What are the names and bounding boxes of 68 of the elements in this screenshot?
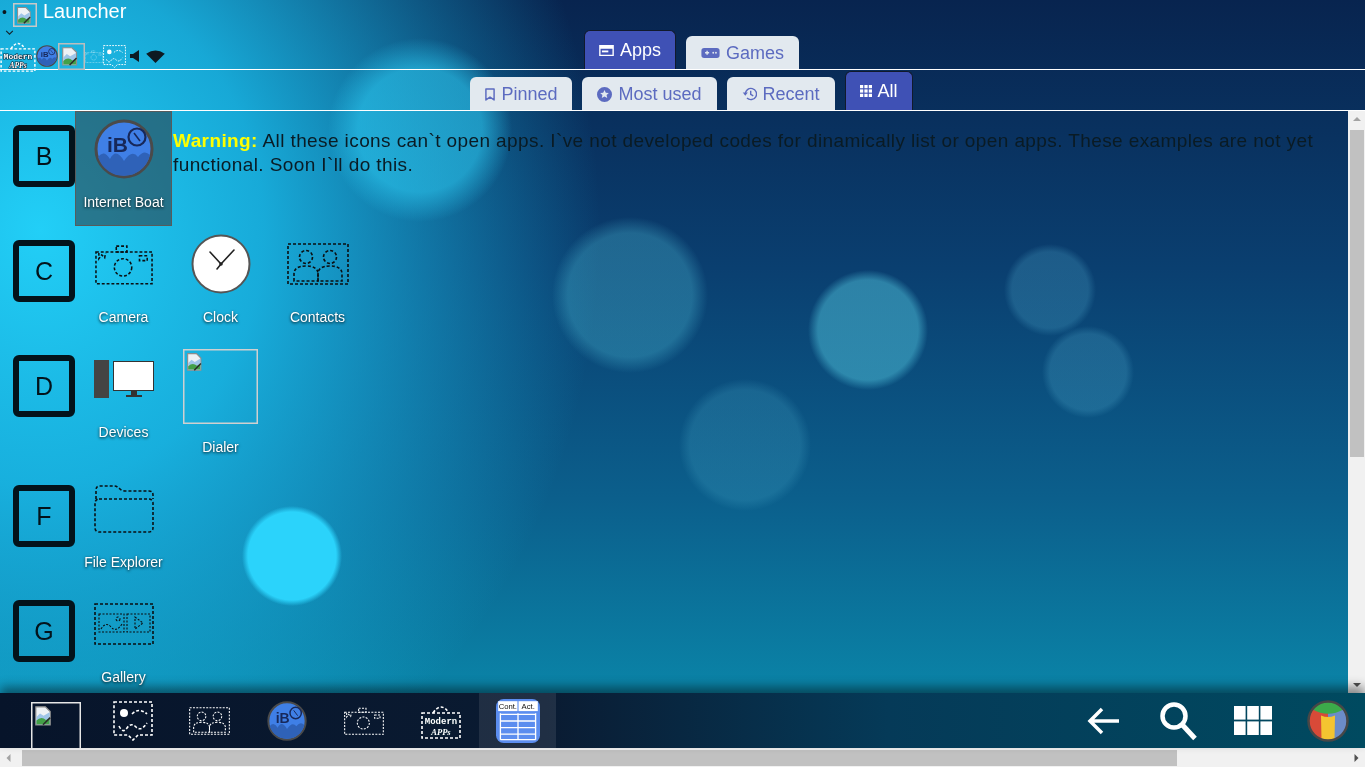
letter-heading: F <box>13 485 75 547</box>
app-tile[interactable]: Gallery <box>75 586 172 693</box>
letter-heading: B <box>13 125 75 187</box>
app-tile[interactable]: Dialer <box>172 341 269 471</box>
scrollbar-thumb[interactable] <box>22 749 1177 766</box>
window-icon <box>598 44 614 56</box>
app-label: Camera <box>98 308 149 326</box>
ib-logo: iB <box>93 119 154 179</box>
gamepad-icon <box>701 48 720 58</box>
scrollbar-thumb[interactable] <box>1349 130 1364 457</box>
broken-image-icon <box>13 3 37 27</box>
tab[interactable]: Most used <box>582 77 717 110</box>
wifi-icon[interactable] <box>146 49 165 63</box>
app-tile[interactable]: File Explorer <box>75 471 172 586</box>
camera-icon <box>94 243 153 285</box>
tab[interactable]: Apps <box>583 30 676 69</box>
warning-message: Warning: All these icons can`t open apps. I`ve not developed codes for dinamically list or open apps. These examples are not yet functional. Soon I`ll do this. <box>173 129 1315 177</box>
ib-logo: iB <box>266 700 307 741</box>
app-tile[interactable]: Camera <box>75 226 172 341</box>
history-icon <box>741 87 757 101</box>
people-icon <box>189 706 230 735</box>
app-label: Clock <box>203 308 238 326</box>
app-tile[interactable]: Devices <box>75 341 172 456</box>
app-title: Launcher <box>43 0 127 22</box>
taskbar-item[interactable]: iB <box>248 693 325 748</box>
people-icon <box>286 243 349 285</box>
letter-heading: C <box>13 240 75 302</box>
app-label: File Explorer <box>84 553 163 571</box>
taskbar-item[interactable]: Cont. Act. <box>479 693 556 748</box>
grid-icon[interactable] <box>1233 706 1272 735</box>
letter-heading: D <box>13 355 75 417</box>
tab[interactable]: Pinned <box>470 77 573 110</box>
scroll-down-arrow-icon[interactable] <box>1352 683 1361 687</box>
star-badge-icon <box>597 86 613 102</box>
tab[interactable]: Games <box>686 36 800 69</box>
chevron-down-icon[interactable] <box>5 30 14 35</box>
broken-image-icon <box>30 702 81 748</box>
app-label: Contacts <box>289 308 346 326</box>
app-label: Dialer <box>202 438 239 456</box>
photo-video-icon <box>93 603 154 645</box>
grid-icon <box>859 85 872 97</box>
letter-heading: G <box>13 600 75 662</box>
clock-icon <box>190 234 251 294</box>
app-tile[interactable]: Contacts <box>269 226 366 341</box>
ib-logo[interactable]: iB <box>36 45 58 67</box>
app-tile[interactable]: Clock <box>172 226 269 341</box>
camera-icon <box>343 706 384 735</box>
tab[interactable]: All <box>844 71 913 110</box>
broken-image-icon <box>183 349 258 424</box>
speaker-icon[interactable] <box>130 50 140 62</box>
taskbar-item[interactable]: Modern APPs <box>402 693 479 748</box>
table-logo: Cont. Act. <box>495 698 540 743</box>
picture-icon <box>112 700 153 741</box>
bookmark-icon <box>485 87 496 101</box>
app-label: Devices <box>98 423 149 441</box>
folder-icon <box>93 485 154 533</box>
tab[interactable]: Recent <box>726 77 835 110</box>
app-tile[interactable]: iB Internet Boat <box>75 111 172 226</box>
scroll-right-arrow-icon[interactable] <box>1354 753 1359 762</box>
horizontal-scrollbar[interactable] <box>0 748 1365 767</box>
search-icon[interactable] <box>1158 700 1197 741</box>
app-label: Internet Boat <box>83 193 164 211</box>
list-bullet: • <box>2 5 8 19</box>
color-wheel-icon[interactable] <box>1306 699 1349 742</box>
app-label: Gallery <box>101 668 146 686</box>
vertical-scrollbar[interactable] <box>1348 111 1365 693</box>
computer-icon <box>93 360 154 398</box>
broken-image-icon[interactable] <box>58 42 85 70</box>
